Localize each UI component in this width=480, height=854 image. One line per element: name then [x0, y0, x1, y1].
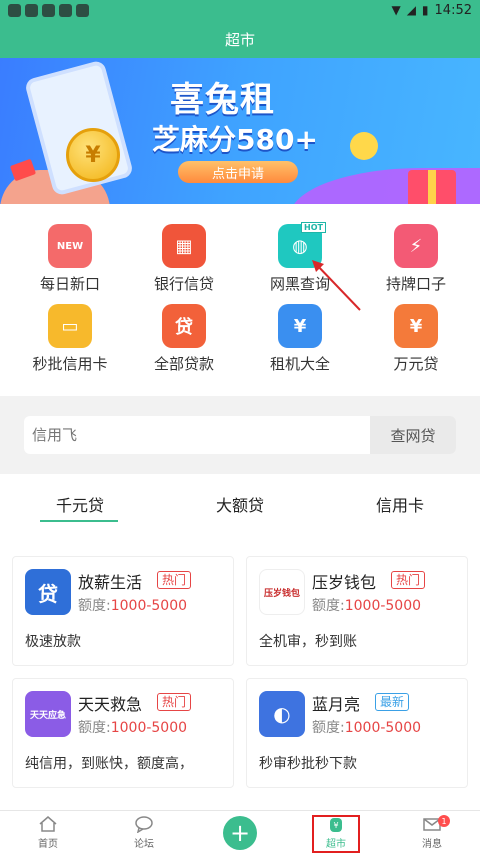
coin-icon: ¥ — [66, 128, 120, 182]
nav-messages[interactable]: 1 消息 — [384, 811, 480, 854]
lightning-icon: ⚡ — [394, 224, 438, 268]
category-label: 持牌口子 — [385, 275, 446, 293]
product-name: 天天救急 — [78, 695, 143, 714]
nav-label: 论坛 — [134, 839, 154, 850]
product-desc: 极速放款 — [25, 634, 81, 650]
search-bar: 查网贷 — [24, 416, 456, 454]
promo-banner[interactable]: ¥ 喜兔租 芝麻分580+ 点击申请 — [0, 58, 480, 204]
nav-forum[interactable]: 论坛 — [96, 811, 192, 854]
category-label: 全部贷款 — [153, 355, 214, 373]
category-item-credit-card[interactable]: ▭ 秒批信用卡 — [10, 304, 130, 384]
bank-building-icon: ▦ — [162, 224, 206, 268]
product-desc: 纯信用，到账快，额度高， — [25, 756, 193, 772]
product-card[interactable]: 贷 放薪生活 热门 额度:1000-5000 极速放款 — [12, 556, 234, 666]
banner-apply-button[interactable]: 点击申请 — [178, 161, 298, 183]
product-logo: 压岁钱包 — [259, 569, 305, 615]
search-input[interactable] — [32, 416, 362, 454]
money-bag-icon: ¥ — [394, 304, 438, 348]
nav-add[interactable]: + — [192, 811, 288, 854]
category-label: 银行信贷 — [153, 275, 214, 293]
nav-market[interactable]: ¥ 超市 — [288, 811, 384, 854]
smiley-icon — [350, 132, 378, 160]
message-badge: 1 — [438, 815, 450, 827]
category-item-licensed[interactable]: ⚡ 持牌口子 — [356, 224, 476, 304]
new-icon: NEW — [48, 224, 92, 268]
product-name: 放薪生活 — [78, 573, 143, 592]
quota-label: 额度: — [312, 598, 345, 614]
notification-icon — [76, 3, 89, 17]
nav-label: 首页 — [38, 839, 58, 850]
notification-icon — [8, 3, 21, 17]
quota-label: 额度: — [78, 720, 111, 736]
quota-value: 1000-5000 — [110, 720, 188, 736]
category-label: 秒批信用卡 — [32, 355, 108, 373]
signal-icon: ◢ — [406, 3, 416, 17]
product-card[interactable]: 压岁钱包 压岁钱包 热门 额度:1000-5000 全机审，秒到账 — [246, 556, 468, 666]
battery-icon: ▮ — [421, 3, 429, 17]
hot-badge: HOT — [301, 222, 326, 233]
category-item-bank[interactable]: ▦ 银行信贷 — [124, 224, 244, 304]
page-title: 超市 — [0, 20, 480, 58]
product-card[interactable]: 天天应急 天天救急 热门 额度:1000-5000 纯信用，到账快，额度高， — [12, 678, 234, 788]
quota-label: 额度: — [78, 598, 111, 614]
category-grid: NEW 每日新口 ▦ 银行信贷 ◍ HOT 网黑查询 ⚡ 持牌口子 ▭ 秒批信用… — [0, 204, 480, 588]
highlight-frame — [312, 815, 360, 853]
category-item-all-loans[interactable]: 贷 全部贷款 — [124, 304, 244, 384]
gift-icon — [408, 170, 456, 204]
notification-icon — [59, 3, 72, 17]
banner-slogan: 芝麻分580+ — [152, 123, 318, 156]
search-section: 查网贷 — [0, 396, 480, 474]
status-bar: ▼ ◢ ▮ 14:52 — [0, 0, 480, 20]
search-button[interactable]: 查网贷 — [370, 416, 456, 454]
tab-credit-card[interactable]: 信用卡 — [320, 474, 480, 534]
product-list: 贷 放薪生活 热门 额度:1000-5000 极速放款 压岁钱包 压岁钱包 热门… — [0, 534, 480, 810]
red-arrow-annotation — [312, 260, 361, 311]
quota-value: 1000-5000 — [110, 598, 188, 614]
product-logo: 天天应急 — [25, 691, 71, 737]
category-label: 万元贷 — [393, 355, 439, 373]
loan-tabs: 千元贷 大额贷 信用卡 — [0, 474, 480, 534]
quota-value: 1000-5000 — [344, 720, 422, 736]
product-tag: 热门 — [157, 693, 192, 711]
wifi-icon: ▼ — [391, 3, 401, 17]
bottom-nav: 首页 论坛 + ¥ 超市 1 消息 — [0, 810, 480, 854]
product-name: 压岁钱包 — [312, 573, 377, 592]
product-quota: 额度:1000-5000 — [78, 595, 187, 615]
product-name: 蓝月亮 — [312, 695, 361, 714]
category-label: 租机大全 — [269, 355, 330, 373]
product-desc: 全机审，秒到账 — [259, 634, 357, 650]
tab-large-loan[interactable]: 大额贷 — [160, 474, 320, 534]
product-tag: 最新 — [375, 693, 410, 711]
nav-label: 消息 — [422, 839, 442, 850]
product-logo: 贷 — [25, 569, 71, 615]
product-quota: 额度:1000-5000 — [312, 717, 421, 737]
plus-icon: + — [223, 815, 257, 850]
product-desc: 秒审秒批秒下款 — [259, 756, 357, 772]
product-tag: 热门 — [391, 571, 426, 589]
notification-icon — [42, 3, 55, 17]
product-card[interactable]: ◐ 蓝月亮 最新 额度:1000-5000 秒审秒批秒下款 — [246, 678, 468, 788]
banner-brand: 喜兔租 — [170, 80, 275, 120]
nav-home[interactable]: 首页 — [0, 811, 96, 854]
notification-icon — [25, 3, 38, 17]
category-item-new[interactable]: NEW 每日新口 — [10, 224, 130, 304]
quota-label: 额度: — [312, 720, 345, 736]
product-tag: 热门 — [157, 571, 192, 589]
product-quota: 额度:1000-5000 — [78, 717, 187, 737]
credit-card-icon: ▭ — [48, 304, 92, 348]
status-time: 14:52 — [434, 2, 472, 18]
category-item-10k-loan[interactable]: ¥ 万元贷 — [356, 304, 476, 384]
loan-seal-icon: 贷 — [162, 304, 206, 348]
tab-thousand-loan[interactable]: 千元贷 — [0, 474, 160, 534]
category-label: 每日新口 — [39, 275, 100, 293]
product-logo: ◐ — [259, 691, 305, 737]
chat-icon — [135, 816, 153, 833]
home-icon — [39, 816, 57, 832]
quota-value: 1000-5000 — [344, 598, 422, 614]
product-quota: 额度:1000-5000 — [312, 595, 421, 615]
